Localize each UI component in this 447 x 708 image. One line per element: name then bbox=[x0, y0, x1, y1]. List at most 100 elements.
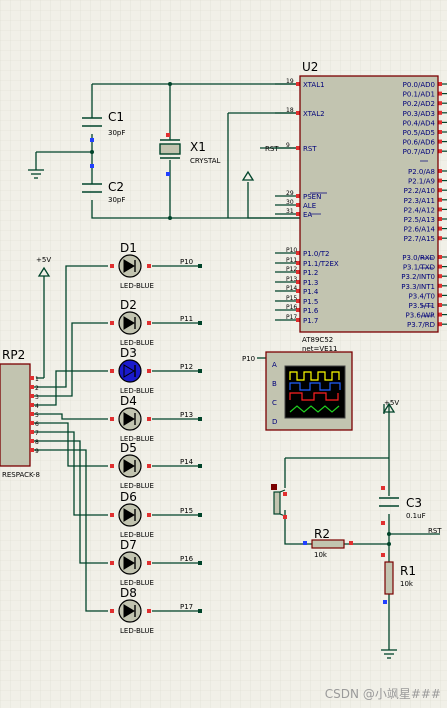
u2-right-pin-name: P2.3/A11 bbox=[404, 197, 435, 205]
rp2-pin-number: 2 bbox=[35, 385, 39, 392]
rp2-pin-number: 9 bbox=[35, 448, 39, 455]
scope-input-net: P10 bbox=[242, 355, 255, 363]
led-ref: D4 bbox=[120, 394, 137, 408]
rp2-pin-number: 3 bbox=[35, 394, 39, 401]
rp2-body[interactable] bbox=[0, 363, 31, 467]
r1-pin-marker bbox=[381, 553, 385, 557]
led-ref: D3 bbox=[120, 346, 137, 360]
u2-pin-number: P11 bbox=[286, 257, 297, 264]
u2-right-pin-name: P3.1/TXD bbox=[403, 264, 435, 272]
rp2-pin-marker bbox=[30, 376, 34, 380]
u2-right-pin-name: P3.3/INT1 bbox=[401, 283, 435, 291]
u2-pin-name: RST bbox=[303, 145, 317, 153]
rp2-ref: RP2 bbox=[2, 348, 25, 362]
c2-ref: C2 bbox=[108, 180, 124, 194]
rp2-pin-marker bbox=[30, 403, 34, 407]
led-net-label: P10 bbox=[180, 258, 193, 266]
u2-right-pin-name: P2.5/A13 bbox=[404, 216, 435, 224]
r1-pin-marker-2 bbox=[383, 600, 387, 604]
u2-pin-number: P15 bbox=[286, 295, 297, 302]
led-net-label: P12 bbox=[180, 363, 193, 371]
reset-power-label: +5V bbox=[384, 399, 399, 407]
rp2-pin-number: 6 bbox=[35, 421, 39, 428]
rp2-pin-marker bbox=[30, 412, 34, 416]
u2-pin-name: P1.6 bbox=[303, 307, 319, 315]
led-pin-marker bbox=[110, 264, 114, 268]
r1-resistor[interactable] bbox=[384, 561, 394, 595]
rp2-pin-marker bbox=[30, 385, 34, 389]
net-terminal bbox=[198, 513, 202, 517]
u2-right-pin-name: P0.4/AD4 bbox=[403, 119, 436, 127]
led-ref: D5 bbox=[120, 441, 137, 455]
led-value: LED-BLUE bbox=[120, 282, 154, 290]
led-pin-marker bbox=[110, 513, 114, 517]
schematic-canvas[interactable]: C1 30pF C2 30pF X1 CRYSTAL RST U2 AT89C5… bbox=[0, 0, 447, 708]
oscilloscope[interactable]: A B C D bbox=[257, 351, 353, 431]
led-pin-marker bbox=[110, 561, 114, 565]
scope-channel-a: A bbox=[272, 361, 277, 369]
u2-right-pin-name: P2.2/A10 bbox=[404, 187, 435, 195]
u2-pin-name: XTAL2 bbox=[303, 110, 325, 118]
scope-channel-d: D bbox=[272, 418, 277, 426]
u2-pin-number: P16 bbox=[286, 304, 297, 311]
u2-pin-number: P12 bbox=[286, 266, 297, 273]
u2-pin-number: 19 bbox=[286, 78, 294, 85]
led-pin-marker bbox=[147, 609, 151, 613]
led-pin-marker bbox=[110, 369, 114, 373]
junction-dot bbox=[168, 216, 172, 220]
u2-pin-number: P14 bbox=[286, 285, 297, 292]
u2-right-pin-name: P2.6/A14 bbox=[404, 226, 436, 234]
r1-ref: R1 bbox=[400, 564, 416, 578]
rp2-pin-number: 1 bbox=[35, 376, 39, 383]
c2-value: 30pF bbox=[108, 196, 125, 204]
r2-resistor[interactable] bbox=[311, 539, 345, 549]
u2-pin-name: P1.7 bbox=[303, 317, 318, 325]
r2-pin-marker-2 bbox=[349, 541, 353, 545]
x1-ref: X1 bbox=[190, 140, 206, 154]
led-net-label: P11 bbox=[180, 315, 193, 323]
u2-right-pin-name: P2.4/A12 bbox=[404, 206, 435, 214]
rp2-pin-number: 5 bbox=[35, 412, 39, 419]
junction-dot bbox=[387, 532, 391, 536]
rp2-pin-number: 7 bbox=[35, 430, 39, 437]
x1-pin-marker-2 bbox=[166, 172, 170, 176]
u2-pin-number: 30 bbox=[286, 199, 294, 206]
c3-pin-marker bbox=[381, 486, 385, 490]
c1-ref: C1 bbox=[108, 110, 124, 124]
led-net-label: P14 bbox=[180, 458, 194, 466]
power-label-5v: +5V bbox=[36, 256, 51, 264]
net-terminal bbox=[198, 464, 202, 468]
led-pin-marker bbox=[147, 321, 151, 325]
led-pin-marker bbox=[147, 264, 151, 268]
u2-right-pin-name: P3.2/INT0 bbox=[401, 273, 435, 281]
rp2-pin-number: 8 bbox=[35, 439, 39, 446]
rp2-pin-number: 4 bbox=[35, 403, 39, 410]
led-pin-marker bbox=[147, 464, 151, 468]
c3-ref: C3 bbox=[406, 496, 422, 510]
u2-pin-name: P1.4 bbox=[303, 288, 319, 296]
u2-right-pin-name: P0.1/AD1 bbox=[403, 91, 435, 99]
rp2-pin-marker bbox=[30, 421, 34, 425]
u2-pin-number: 31 bbox=[286, 208, 294, 215]
watermark: CSDN @小飒星### bbox=[324, 687, 441, 701]
u2-part: AT89C52 bbox=[302, 336, 333, 344]
rp2-pin-marker bbox=[30, 439, 34, 443]
led-pin-marker bbox=[110, 417, 114, 421]
rp2-part: RESPACK-8 bbox=[2, 471, 40, 479]
rst-net-label: RST bbox=[265, 145, 279, 153]
u2-right-pin-name: P2.7/A15 bbox=[404, 235, 435, 243]
scope-channel-b: B bbox=[272, 380, 277, 388]
u2-pin-number: 18 bbox=[286, 107, 294, 114]
r2-ref: R2 bbox=[314, 527, 330, 541]
r2-value: 10k bbox=[314, 551, 328, 559]
c2-pin-marker bbox=[90, 164, 94, 168]
u2-right-pin-name: P2.1/A9 bbox=[408, 178, 435, 186]
led-pin-marker bbox=[147, 369, 151, 373]
u2-pin-number: P13 bbox=[286, 276, 297, 283]
net-terminal bbox=[198, 321, 202, 325]
u2-ref: U2 bbox=[302, 60, 318, 74]
u2-right-pin-name: P3.7/RD bbox=[407, 321, 435, 329]
c1-value: 30pF bbox=[108, 129, 125, 137]
led-pin-marker bbox=[147, 417, 151, 421]
net-terminal bbox=[198, 417, 202, 421]
